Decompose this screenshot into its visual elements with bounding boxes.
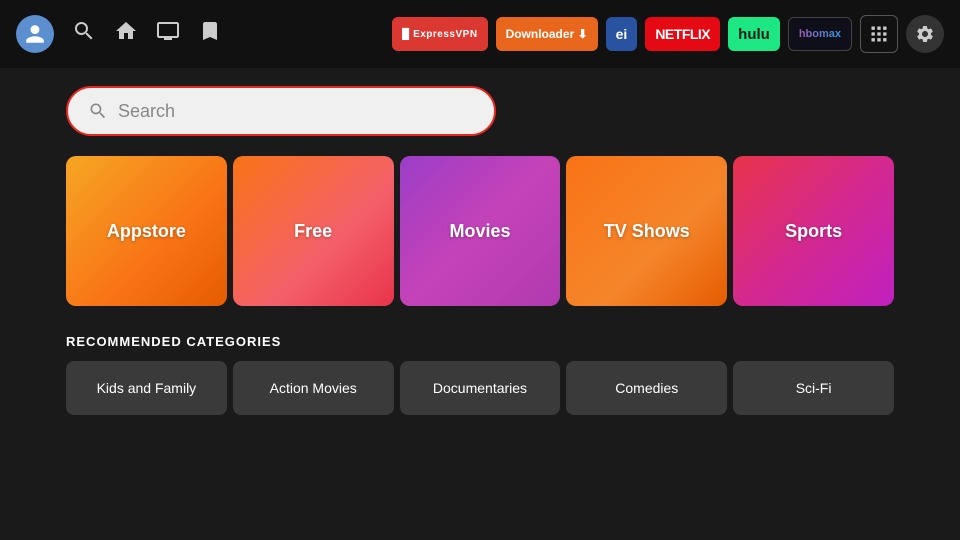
rec-tile-action[interactable]: Action Movies bbox=[233, 361, 394, 415]
category-tile-free[interactable]: Free bbox=[233, 156, 394, 306]
search-placeholder: Search bbox=[118, 101, 175, 122]
settings-icon[interactable] bbox=[906, 15, 944, 53]
avatar[interactable] bbox=[16, 15, 54, 53]
expressvpn-badge[interactable]: █ ExpressVPN bbox=[392, 17, 488, 51]
search-icon bbox=[88, 101, 108, 121]
category-tile-tvshows[interactable]: TV Shows bbox=[566, 156, 727, 306]
recommended-grid: Kids and Family Action Movies Documentar… bbox=[66, 361, 894, 415]
ei-badge[interactable]: ei bbox=[606, 17, 638, 51]
category-tile-appstore[interactable]: Appstore bbox=[66, 156, 227, 306]
search-bar[interactable]: Search bbox=[66, 86, 496, 136]
main-content: Search Appstore Free Movies TV Shows Spo… bbox=[0, 68, 960, 415]
recommended-label: RECOMMENDED CATEGORIES bbox=[66, 334, 894, 349]
header-right: █ ExpressVPN Downloader ⬇ ei NETFLIX hul… bbox=[392, 15, 944, 53]
category-tile-sports[interactable]: Sports bbox=[733, 156, 894, 306]
hbomax-badge[interactable]: hbomax bbox=[788, 17, 852, 51]
rec-tile-scifi[interactable]: Sci-Fi bbox=[733, 361, 894, 415]
categories-grid: Appstore Free Movies TV Shows Sports bbox=[66, 156, 894, 306]
rec-tile-kids[interactable]: Kids and Family bbox=[66, 361, 227, 415]
header-left bbox=[16, 15, 222, 53]
rec-tile-documentaries[interactable]: Documentaries bbox=[400, 361, 561, 415]
header: █ ExpressVPN Downloader ⬇ ei NETFLIX hul… bbox=[0, 0, 960, 68]
bookmark-icon[interactable] bbox=[198, 19, 222, 49]
rec-tile-comedies[interactable]: Comedies bbox=[566, 361, 727, 415]
category-tile-movies[interactable]: Movies bbox=[400, 156, 561, 306]
netflix-badge[interactable]: NETFLIX bbox=[645, 17, 720, 51]
apps-grid-icon[interactable] bbox=[860, 15, 898, 53]
search-nav-icon[interactable] bbox=[72, 19, 96, 49]
tv-icon[interactable] bbox=[156, 19, 180, 49]
home-icon[interactable] bbox=[114, 19, 138, 49]
hulu-badge[interactable]: hulu bbox=[728, 17, 780, 51]
downloader-badge[interactable]: Downloader ⬇ bbox=[496, 17, 598, 51]
